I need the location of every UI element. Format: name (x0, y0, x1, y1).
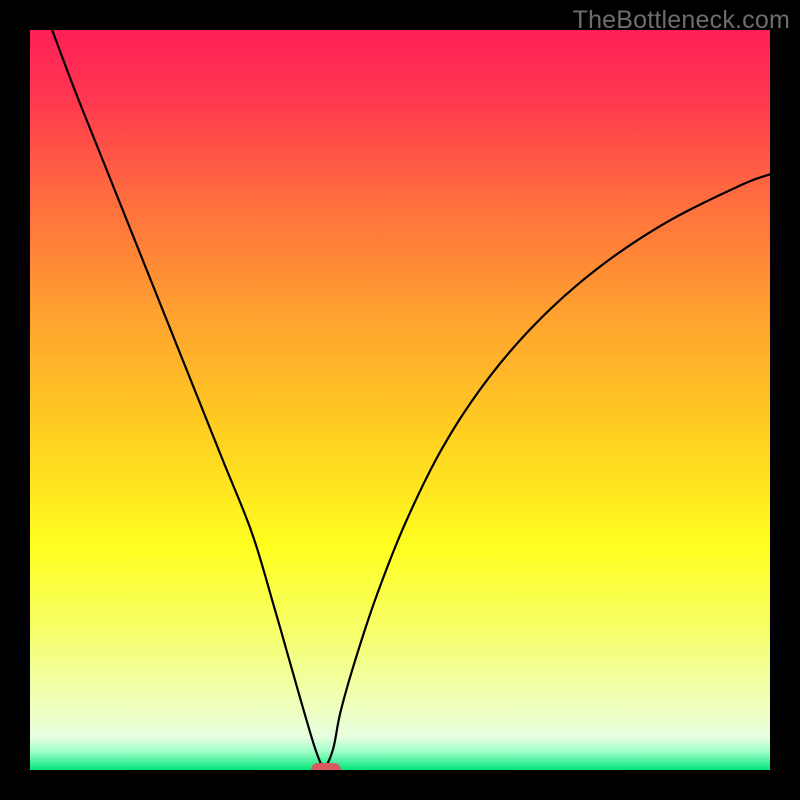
plot-area (30, 30, 770, 770)
chart-frame: TheBottleneck.com (0, 0, 800, 800)
optimal-marker (311, 763, 341, 770)
bottleneck-curve (30, 30, 770, 770)
